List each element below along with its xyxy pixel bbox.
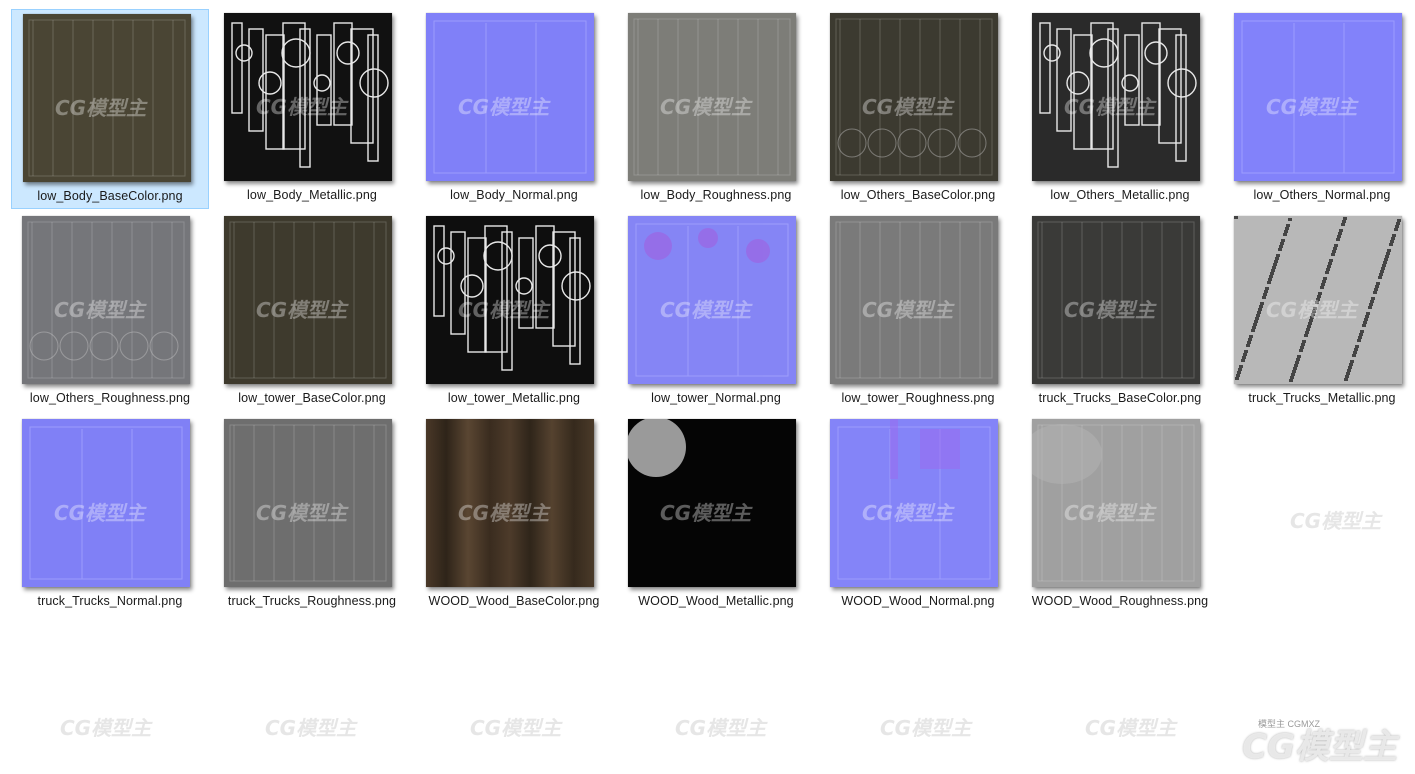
background-watermark: CG模型主 — [675, 716, 767, 740]
file-item[interactable]: CG模型主 truck_Trucks_Normal.png — [11, 415, 209, 615]
file-thumbnail[interactable]: CG模型主 — [224, 419, 392, 587]
file-thumbnail[interactable]: CG模型主 — [628, 216, 796, 384]
background-watermark: CG模型主 — [1085, 716, 1177, 740]
file-item[interactable]: CG模型主 low_Body_Roughness.png — [617, 9, 815, 209]
file-name-label: low_tower_BaseColor.png — [238, 391, 386, 405]
file-grid: CG模型主 low_Body_BaseColor.png CG模型主 low_Body… — [0, 0, 1415, 774]
file-name-label: low_Body_BaseColor.png — [37, 189, 183, 203]
file-item[interactable]: CG模型主 low_Body_BaseColor.png — [11, 9, 209, 209]
file-item[interactable]: CG模型主 low_Others_Metallic.png — [1021, 9, 1219, 209]
background-watermark: CG模型主 — [880, 716, 972, 740]
file-name-label: low_Others_BaseColor.png — [840, 188, 996, 202]
file-thumbnail[interactable]: CG模型主 — [23, 14, 191, 182]
file-name-label: truck_Trucks_Metallic.png — [1248, 391, 1396, 405]
file-thumbnail[interactable]: CG模型主 — [830, 13, 998, 181]
file-item[interactable]: CG模型主 low_tower_Roughness.png — [819, 212, 1017, 412]
file-name-label: low_Others_Normal.png — [1253, 188, 1391, 202]
file-name-label: low_Body_Metallic.png — [247, 188, 377, 202]
file-item[interactable]: CG模型主 WOOD_Wood_Metallic.png — [617, 415, 815, 615]
file-thumbnail[interactable]: CG模型主 — [830, 216, 998, 384]
file-thumbnail[interactable]: CG模型主 — [1032, 419, 1200, 587]
watermark-logo: CG模型主 — [1242, 727, 1397, 767]
file-thumbnail[interactable]: CG模型主 — [426, 419, 594, 587]
file-thumbnail[interactable]: CG模型主 — [426, 13, 594, 181]
file-thumbnail[interactable]: CG模型主 — [22, 216, 190, 384]
file-name-label: WOOD_Wood_BaseColor.png — [428, 594, 600, 608]
file-thumbnail[interactable]: CG模型主 — [628, 13, 796, 181]
file-item[interactable]: CG模型主 WOOD_Wood_Normal.png — [819, 415, 1017, 615]
file-name-label: low_Body_Normal.png — [450, 188, 578, 202]
file-item[interactable]: CG模型主 WOOD_Wood_BaseColor.png — [415, 415, 613, 615]
file-thumbnail[interactable]: CG模型主 — [1032, 216, 1200, 384]
file-thumbnail[interactable]: CG模型主 — [1234, 13, 1402, 181]
file-item[interactable]: CG模型主 low_Others_BaseColor.png — [819, 9, 1017, 209]
file-item[interactable]: CG模型主 truck_Trucks_BaseColor.png — [1021, 212, 1219, 412]
background-watermark: CG模型主 — [60, 716, 152, 740]
file-thumbnail[interactable]: CG模型主 — [1234, 216, 1402, 384]
file-item[interactable]: CG模型主 low_tower_Normal.png — [617, 212, 815, 412]
file-item[interactable]: CG模型主 low_Others_Roughness.png — [11, 212, 209, 412]
background-watermark: CG模型主 — [1290, 509, 1382, 533]
background-watermark: CG模型主 — [265, 716, 357, 740]
file-thumbnail[interactable]: CG模型主 — [224, 13, 392, 181]
file-thumbnail[interactable]: CG模型主 — [628, 419, 796, 587]
background-watermark: CG模型主 — [470, 716, 562, 740]
file-thumbnail[interactable]: CG模型主 — [426, 216, 594, 384]
file-name-label: WOOD_Wood_Metallic.png — [638, 594, 794, 608]
file-item[interactable]: CG模型主 low_Body_Metallic.png — [213, 9, 411, 209]
file-item[interactable]: CG模型主 low_Others_Normal.png — [1223, 9, 1415, 209]
file-thumbnail[interactable]: CG模型主 — [830, 419, 998, 587]
file-name-label: low_tower_Metallic.png — [447, 391, 581, 405]
file-name-label: low_Others_Metallic.png — [1050, 188, 1190, 202]
file-name-label: WOOD_Wood_Normal.png — [841, 594, 995, 608]
file-name-label: truck_Trucks_Normal.png — [37, 594, 183, 608]
file-name-label: low_tower_Roughness.png — [841, 391, 995, 405]
file-item[interactable]: CG模型主 truck_Trucks_Roughness.png — [213, 415, 411, 615]
file-name-label: low_Body_Roughness.png — [640, 188, 792, 202]
file-item[interactable]: CG模型主 low_tower_BaseColor.png — [213, 212, 411, 412]
file-item[interactable]: CG模型主 WOOD_Wood_Roughness.png — [1021, 415, 1219, 615]
file-item[interactable]: CG模型主 truck_Trucks_Metallic.png — [1223, 212, 1415, 412]
file-item[interactable]: CG模型主 low_Body_Normal.png — [415, 9, 613, 209]
file-name-label: truck_Trucks_Roughness.png — [227, 594, 397, 608]
file-thumbnail[interactable]: CG模型主 — [1032, 13, 1200, 181]
file-name-label: low_tower_Normal.png — [651, 391, 781, 405]
file-thumbnail[interactable]: CG模型主 — [224, 216, 392, 384]
file-thumbnail[interactable]: CG模型主 — [22, 419, 190, 587]
file-name-label: low_Others_Roughness.png — [29, 391, 191, 405]
file-name-label: WOOD_Wood_Roughness.png — [1031, 594, 1209, 608]
file-item[interactable]: CG模型主 low_tower_Metallic.png — [415, 212, 613, 412]
file-name-label: truck_Trucks_BaseColor.png — [1038, 391, 1202, 405]
